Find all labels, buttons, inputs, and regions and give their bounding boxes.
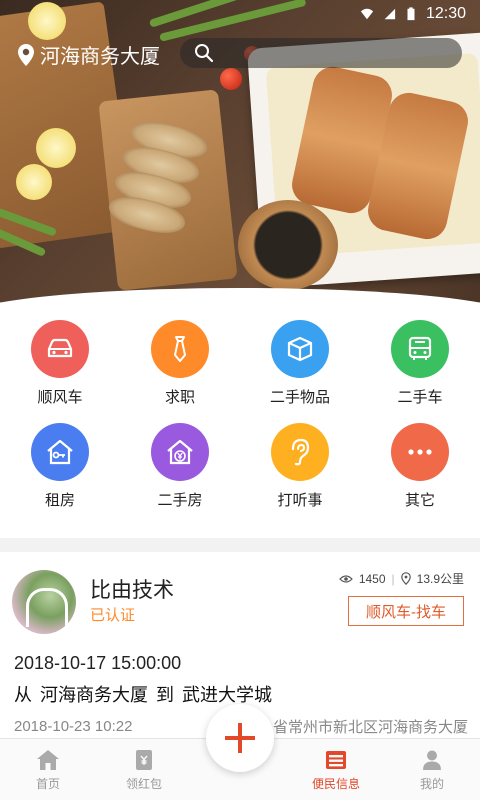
category-panel: 顺风车 求职 二手物品 二手车 租房 二手房 打听事 其它: [0, 288, 480, 538]
house-key-icon: [31, 423, 89, 481]
category-rideshare[interactable]: 顺风车: [0, 320, 120, 407]
trip-time: 2018-10-17 15:00:00: [14, 653, 182, 673]
verified-badge: 已认证: [90, 607, 136, 624]
avatar[interactable]: [12, 570, 76, 634]
nav-label: 我的: [419, 776, 444, 791]
bus-icon: [391, 320, 449, 378]
route: 从 河海商务大厦 到 武进大学城: [14, 681, 272, 707]
category-label: 求职: [164, 389, 195, 406]
nav-red-packet[interactable]: 领红包: [96, 739, 192, 800]
user-icon: [423, 750, 441, 770]
nav-info[interactable]: 便民信息: [288, 739, 384, 800]
category-rent[interactable]: 租房: [0, 423, 120, 510]
battery-icon: [407, 7, 415, 21]
location-selector[interactable]: 河海商务大厦: [18, 40, 160, 69]
stats-divider: |: [391, 571, 395, 586]
location-pin-icon: [18, 43, 34, 66]
category-label: 顺风车: [37, 389, 83, 406]
view-count: 1450: [358, 571, 386, 586]
post-stats: 1450 | 13.9公里: [338, 570, 464, 587]
plus-icon: [225, 723, 255, 753]
category-inquiry[interactable]: 打听事: [240, 423, 360, 510]
user-name: 比由技术: [90, 579, 174, 602]
eye-icon: [338, 574, 353, 583]
location-label: 河海商务大厦: [40, 46, 160, 68]
category-other[interactable]: 其它: [360, 423, 480, 510]
category-label: 二手车: [397, 389, 443, 406]
category-jobs[interactable]: 求职: [120, 320, 240, 407]
home-icon: [37, 749, 59, 770]
car-icon: [31, 320, 89, 378]
post-date: 2018-10-23 10:22: [14, 718, 133, 735]
signal-icon: [384, 8, 396, 20]
category-label: 其它: [404, 492, 435, 509]
location-icon: [400, 572, 411, 585]
publish-button[interactable]: [206, 704, 274, 772]
route-to-word: 到: [156, 685, 174, 705]
house-yen-icon: [151, 423, 209, 481]
category-label: 二手房: [157, 492, 203, 509]
ear-icon: [271, 423, 329, 481]
nav-label: 首页: [35, 776, 60, 791]
box-icon: [271, 320, 329, 378]
search-bar[interactable]: [180, 38, 462, 68]
post-address: 省常州市新北区河海商务大厦: [272, 719, 468, 736]
search-icon: [195, 44, 214, 63]
category-secondhand-house[interactable]: 二手房: [120, 423, 240, 510]
nav-label: 领红包: [125, 776, 162, 791]
category-grid: 顺风车 求职 二手物品 二手车 租房 二手房 打听事 其它: [0, 320, 480, 510]
status-bar: 12:30: [0, 0, 480, 28]
category-label: 租房: [44, 492, 75, 509]
category-used-cars[interactable]: 二手车: [360, 320, 480, 407]
more-icon: [391, 423, 449, 481]
route-to: 武进大学城: [182, 685, 272, 705]
category-secondhand-goods[interactable]: 二手物品: [240, 320, 360, 407]
nav-mine[interactable]: 我的: [384, 739, 480, 800]
nav-home[interactable]: 首页: [0, 739, 96, 800]
nav-label: 便民信息: [311, 776, 360, 791]
app-screen: 12:30 河海商务大厦 顺风车 求职 二手物品 二手车 租房 二手房 打听事 …: [0, 0, 480, 800]
red-packet-icon: [136, 749, 152, 770]
post-category-button[interactable]: 顺风车-找车: [348, 596, 464, 626]
distance: 13.9公里: [416, 572, 464, 586]
route-from: 河海商务大厦: [40, 685, 148, 705]
route-from-word: 从: [14, 685, 32, 705]
wifi-icon: [360, 8, 374, 20]
category-label: 二手物品: [269, 389, 330, 406]
tie-icon: [151, 320, 209, 378]
category-label: 打听事: [277, 492, 323, 509]
info-list-icon: [326, 750, 346, 769]
status-time: 12:30: [425, 5, 466, 22]
